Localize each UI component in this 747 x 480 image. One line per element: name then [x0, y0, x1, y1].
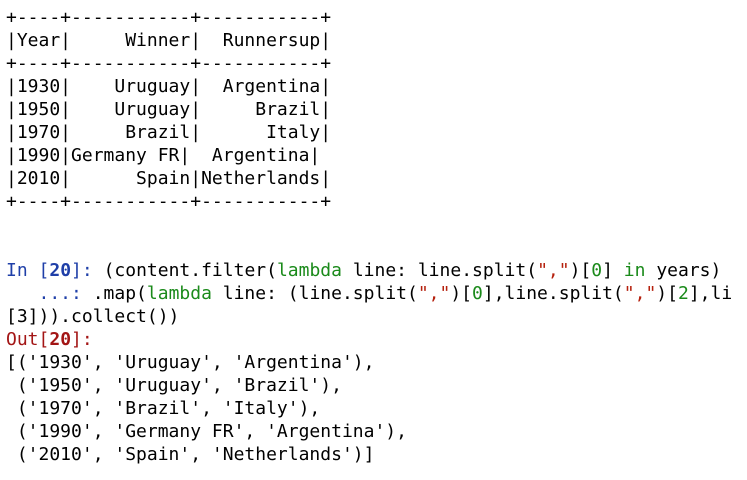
result-line: ('1950', 'Uruguay', 'Brazil'),	[6, 375, 342, 396]
code-text: line: line.split(	[341, 260, 538, 281]
out-prompt-suffix: ]:	[71, 329, 93, 350]
code-text: (content.filter(	[103, 260, 277, 281]
code-keyword: lambda	[276, 260, 342, 281]
code-text: line: (line.split(	[211, 283, 418, 304]
code-text: )[	[569, 260, 592, 281]
out-prompt: Out[20]:	[6, 328, 747, 351]
table-border-header: +----+-----------+-----------+	[6, 53, 332, 74]
continuation-prompt: ...:	[6, 283, 93, 304]
code-text: ],li	[688, 283, 733, 304]
table-row: |1990|Germany FR| Argentina|	[6, 145, 321, 166]
result-line: ('1990', 'Germany FR', 'Argentina'),	[6, 421, 407, 442]
code-number: 2	[677, 283, 689, 304]
in-prompt-suffix: ]:	[71, 260, 104, 281]
code-keyword: lambda	[146, 283, 212, 304]
code-number: 0	[472, 283, 483, 304]
table-row: |1950| Uruguay| Brazil|	[6, 99, 332, 120]
table-border-top: +----+-----------+-----------+	[6, 7, 332, 28]
table-border-bottom: +----+-----------+-----------+	[6, 191, 332, 212]
input-line-1[interactable]: In [20]: (content.filter(lambda line: li…	[6, 259, 747, 282]
code-text: years)	[645, 260, 722, 281]
collect-result-output: [('1930', 'Uruguay', 'Argentina'), ('195…	[6, 351, 747, 466]
dataframe-table-output: +----+-----------+-----------+ |Year| Wi…	[6, 6, 747, 213]
table-row: |2010| Spain|Netherlands|	[6, 168, 332, 189]
code-text: )[	[656, 283, 678, 304]
code-text: ]	[602, 260, 624, 281]
in-prompt-number: 20	[49, 260, 72, 281]
input-line-2[interactable]: ...: .map(lambda line: (line.split(",")[…	[6, 282, 747, 305]
out-prompt-number: 20	[49, 329, 72, 350]
input-cell[interactable]: In [20]: (content.filter(lambda line: li…	[6, 259, 747, 328]
code-text: )[	[450, 283, 473, 304]
result-line: ('1970', 'Brazil', 'Italy'),	[6, 398, 321, 419]
code-string: ","	[623, 283, 657, 304]
in-prompt-prefix: In [	[6, 260, 50, 281]
code-string: ","	[537, 260, 570, 281]
code-text: .map(	[92, 283, 147, 304]
out-prompt-prefix: Out[	[6, 329, 50, 350]
table-header-row: |Year| Winner| Runnersup|	[6, 30, 332, 51]
code-string: ","	[417, 283, 451, 304]
result-line: [('1930', 'Uruguay', 'Argentina'),	[6, 352, 375, 373]
table-row: |1970| Brazil| Italy|	[6, 122, 332, 143]
code-text: ],line.split(	[482, 283, 624, 304]
result-line: ('2010', 'Spain', 'Netherlands')]	[6, 444, 375, 465]
console-output[interactable]: +----+-----------+-----------+ |Year| Wi…	[6, 6, 747, 480]
input-line-3[interactable]: [3])).collect())	[6, 305, 747, 328]
code-keyword: in	[623, 260, 646, 281]
table-row: |1930| Uruguay| Argentina|	[6, 76, 332, 97]
code-number: 0	[591, 260, 603, 281]
